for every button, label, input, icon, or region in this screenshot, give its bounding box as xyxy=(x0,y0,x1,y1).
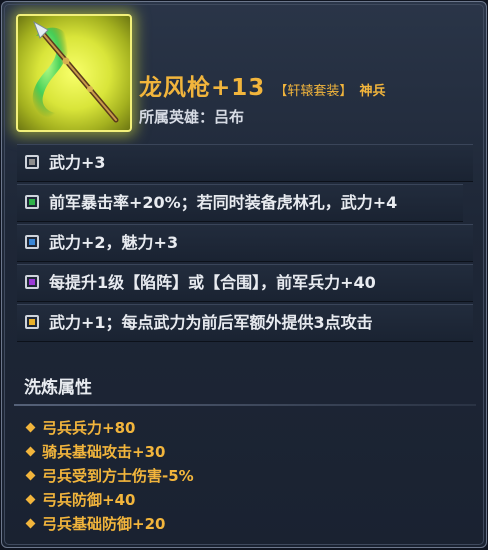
attribute-text: 每提升1级【陷阵】或【合围】，前军兵力+40 xyxy=(49,273,376,292)
hero-line: 所属英雄：吕布 xyxy=(139,106,244,127)
attribute-row: 武力+3 xyxy=(17,144,473,182)
wash-item: 弓兵防御+40 xyxy=(24,488,194,512)
gray-gem-icon xyxy=(25,155,39,169)
section-divider xyxy=(14,404,476,406)
rarity-label: 神兵 xyxy=(359,84,386,99)
hero-name: 吕布 xyxy=(214,108,245,126)
item-icon-frame xyxy=(16,14,132,132)
item-title: 龙风枪+13 【轩辕套装】 神兵 xyxy=(139,68,386,102)
gold-gem-icon xyxy=(25,315,39,329)
wash-item: 骑兵基础攻击+30 xyxy=(24,440,194,464)
item-tooltip-panel: 龙风枪+13 【轩辕套装】 神兵 所属英雄：吕布 武力+3 前军暴击率+20%；… xyxy=(1,1,487,548)
attribute-text: 武力+1；每点武力为前后军额外提供3点攻击 xyxy=(49,313,373,332)
wash-item-text: 弓兵受到方士伤害-5% xyxy=(42,467,194,485)
gem-core xyxy=(29,199,35,205)
set-tag: 【轩辕套装】 xyxy=(274,84,353,99)
wash-item-text: 弓兵基础防御+20 xyxy=(42,515,166,533)
wash-section-title: 洗炼属性 xyxy=(24,378,92,398)
item-name: 龙风枪+13 xyxy=(139,75,266,101)
purple-gem-icon xyxy=(25,275,39,289)
diamond-bullet-icon xyxy=(25,470,36,481)
hero-label: 所属英雄： xyxy=(139,108,215,126)
diamond-bullet-icon xyxy=(25,494,36,505)
diamond-bullet-icon xyxy=(25,518,36,529)
wash-item-text: 弓兵兵力+80 xyxy=(42,419,136,437)
attribute-row: 武力+2，魅力+3 xyxy=(17,224,473,262)
attribute-text: 武力+2，魅力+3 xyxy=(49,233,179,252)
blue-gem-icon xyxy=(25,235,39,249)
diamond-bullet-icon xyxy=(25,422,36,433)
wash-item: 弓兵兵力+80 xyxy=(24,416,194,440)
spear-icon xyxy=(32,20,119,123)
attribute-row: 武力+1；每点武力为前后军额外提供3点攻击 xyxy=(17,304,473,342)
wash-item: 弓兵基础防御+20 xyxy=(24,512,194,536)
gem-core xyxy=(29,279,35,285)
attribute-row: 每提升1级【陷阵】或【合围】，前军兵力+40 xyxy=(17,264,473,302)
attribute-text: 前军暴击率+20%；若同时装备虎林孔，武力+4 xyxy=(49,193,398,212)
gem-core xyxy=(29,159,35,165)
attribute-list: 武力+3 前军暴击率+20%；若同时装备虎林孔，武力+4 武力+2，魅力+3 每… xyxy=(17,144,473,344)
attribute-row: 前军暴击率+20%；若同时装备虎林孔，武力+4 xyxy=(17,184,463,222)
wash-attribute-list: 弓兵兵力+80 骑兵基础攻击+30 弓兵受到方士伤害-5% 弓兵防御+40 弓兵… xyxy=(24,416,194,536)
green-gem-icon xyxy=(25,195,39,209)
wash-item-text: 骑兵基础攻击+30 xyxy=(42,443,166,461)
wash-item: 弓兵受到方士伤害-5% xyxy=(24,464,194,488)
diamond-bullet-icon xyxy=(25,446,36,457)
gem-core xyxy=(29,319,35,325)
wash-item-text: 弓兵防御+40 xyxy=(42,491,136,509)
gem-core xyxy=(29,239,35,245)
attribute-text: 武力+3 xyxy=(49,153,106,172)
